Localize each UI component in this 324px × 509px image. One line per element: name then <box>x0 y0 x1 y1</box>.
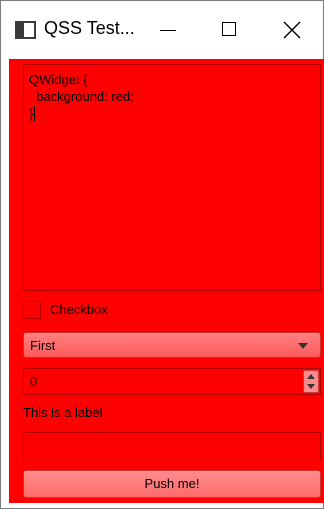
push-button[interactable]: Push me! <box>23 470 321 498</box>
text-caret <box>34 106 36 121</box>
editor-line-2: background: red; <box>29 89 134 104</box>
chevron-down-icon <box>298 343 308 349</box>
editor-line-1: QWidget { <box>29 72 88 87</box>
editor-line-3: } <box>29 105 315 122</box>
app-window: QSS Test... QWidget { background: red; }… <box>0 0 324 509</box>
minimize-icon <box>160 30 176 31</box>
spin-up-icon[interactable] <box>304 371 318 382</box>
spin-box-value: 0 <box>30 374 38 389</box>
spin-down-icon[interactable] <box>304 382 318 393</box>
client-area: QWidget { background: red; } Checkbox Fi… <box>9 59 324 503</box>
combo-box[interactable]: First <box>23 332 321 358</box>
checkbox[interactable] <box>23 301 41 319</box>
editor-line-3-text: } <box>29 106 34 121</box>
line-edit[interactable] <box>23 432 321 460</box>
maximize-icon <box>222 22 236 36</box>
combo-selected-value: First <box>30 338 56 353</box>
close-icon <box>283 21 301 39</box>
central-widget: QWidget { background: red; } Checkbox Fi… <box>9 59 324 503</box>
spin-buttons <box>303 370 319 393</box>
title-bar[interactable]: QSS Test... <box>1 1 323 59</box>
static-label: This is a label <box>23 405 103 420</box>
maximize-button[interactable] <box>197 1 259 59</box>
checkbox-label[interactable]: Checkbox <box>50 301 108 319</box>
minimize-button[interactable] <box>135 1 197 59</box>
app-icon <box>15 21 36 39</box>
close-button[interactable] <box>261 1 323 59</box>
qss-text-editor[interactable]: QWidget { background: red; } <box>23 64 321 291</box>
window-title: QSS Test... <box>44 18 135 38</box>
spin-box[interactable]: 0 <box>23 368 321 395</box>
